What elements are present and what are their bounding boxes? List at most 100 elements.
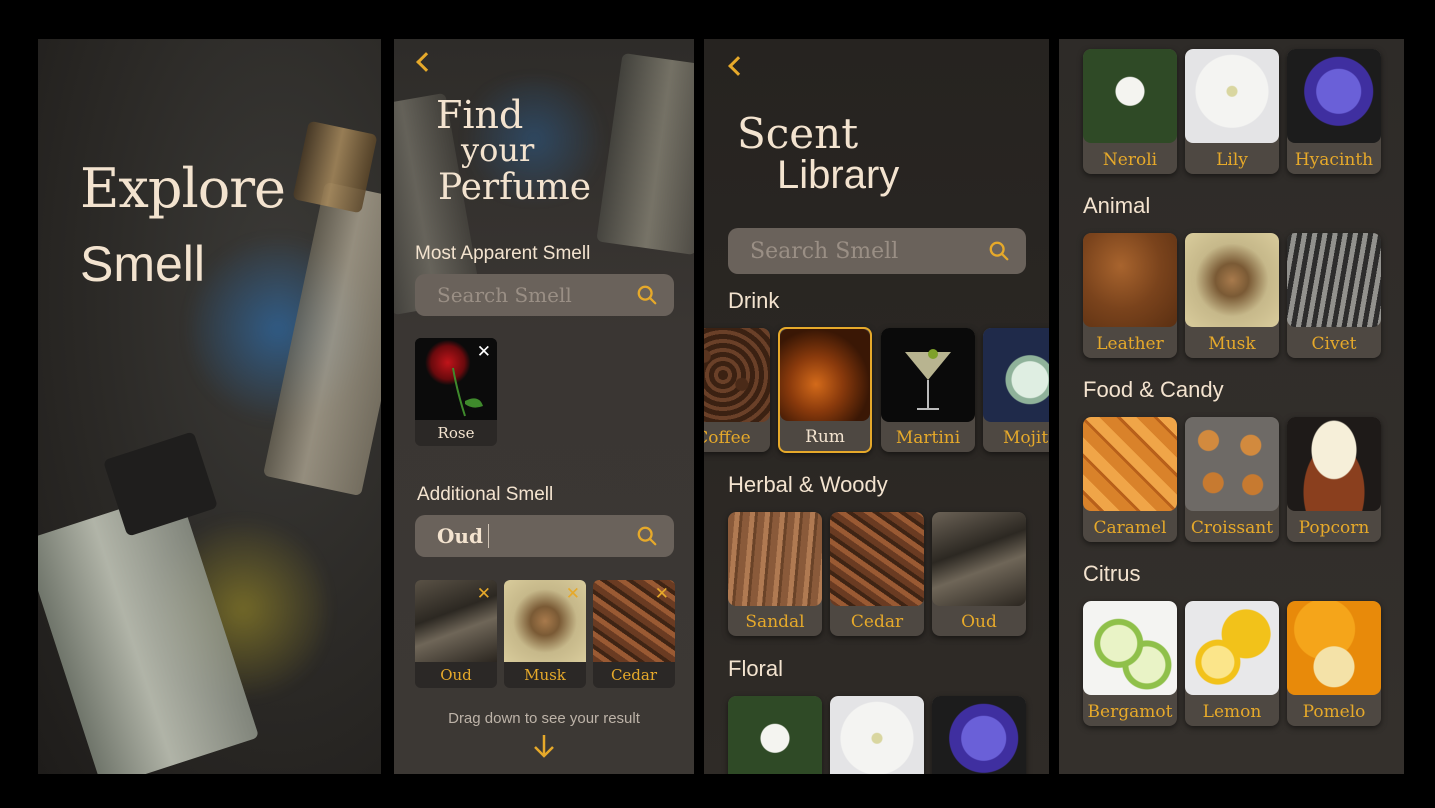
additional-value: Oud <box>437 524 483 548</box>
caramel-image <box>1083 417 1177 511</box>
card-civet[interactable]: Civet <box>1287 233 1381 358</box>
card-sandal[interactable]: Sandal <box>728 512 822 636</box>
coffee-image <box>704 328 770 422</box>
card-label: Coffee <box>704 428 751 448</box>
arrow-down-icon[interactable] <box>533 733 555 759</box>
card-label: Bergamot <box>1087 702 1173 722</box>
card-label: Hyacinth <box>1294 150 1374 170</box>
card-label: Musk <box>1208 334 1256 354</box>
rose-stem <box>452 367 483 417</box>
chip-label: Rose <box>437 424 475 442</box>
card-pomelo[interactable]: Pomelo <box>1287 601 1381 726</box>
lemon-image <box>1185 601 1279 695</box>
chip-label: Oud <box>440 666 472 684</box>
remove-oud-icon[interactable]: ✕ <box>477 586 491 603</box>
card-label: Leather <box>1096 334 1164 354</box>
rum-image <box>780 329 870 421</box>
card-lily-partial[interactable] <box>830 696 924 774</box>
neroli-image <box>1083 49 1177 143</box>
selected-chip-cedar[interactable]: ✕ Cedar <box>593 580 675 688</box>
card-label: Cedar <box>850 612 904 632</box>
section-drink: Drink <box>728 288 780 313</box>
card-rum[interactable]: Rum <box>778 327 872 453</box>
apparent-search-input[interactable]: Search Smell <box>415 274 674 316</box>
card-label: Rum <box>805 427 845 447</box>
oud-image <box>932 512 1026 606</box>
perfume-title: Perfume <box>438 167 592 208</box>
additional-label: Additional Smell <box>417 484 554 505</box>
card-label: Mojito <box>1003 428 1049 448</box>
section-animal: Animal <box>1083 193 1151 218</box>
find-perfume-screen: Find your Perfume Most Apparent Smell Se… <box>394 39 694 774</box>
library-search-input[interactable]: Search Smell <box>728 228 1026 274</box>
remove-musk-icon[interactable]: ✕ <box>566 586 580 603</box>
search-icon[interactable] <box>636 284 658 306</box>
card-label: Pomelo <box>1302 702 1366 722</box>
search-placeholder: Search Smell <box>437 283 572 307</box>
scent-library-scrolled-screen: Neroli Lily Hyacinth Animal Leather Musk… <box>1059 39 1404 774</box>
card-leather[interactable]: Leather <box>1083 233 1177 358</box>
card-cedar[interactable]: Cedar <box>830 512 924 636</box>
neroli-image <box>728 696 822 774</box>
selected-chip-rose[interactable]: ✕ Rose <box>415 338 497 446</box>
card-bergamot[interactable]: Bergamot <box>1083 601 1177 726</box>
leather-image <box>1083 233 1177 327</box>
card-label: Caramel <box>1093 518 1167 538</box>
scent-title: Scent <box>737 109 859 158</box>
musk-image <box>1185 233 1279 327</box>
section-food-candy: Food & Candy <box>1083 377 1224 402</box>
card-neroli-partial[interactable] <box>728 696 822 774</box>
civet-image <box>1287 233 1381 327</box>
sandal-image <box>728 512 822 606</box>
card-label: Oud <box>961 612 997 632</box>
croissant-image <box>1185 417 1279 511</box>
stage: Explore Smell Find your Perfume Most App… <box>0 0 1435 808</box>
mojito-image <box>983 328 1049 422</box>
chip-label: Cedar <box>610 666 658 684</box>
search-icon[interactable] <box>988 240 1010 262</box>
scent-library-screen: Scent Library Search Smell Drink Coffee … <box>704 39 1049 774</box>
card-musk[interactable]: Musk <box>1185 233 1279 358</box>
card-hyacinth-partial[interactable] <box>932 696 1026 774</box>
pomelo-image <box>1287 601 1381 695</box>
lily-image <box>1185 49 1279 143</box>
additional-search-input[interactable]: Oud <box>415 515 674 557</box>
card-label: Neroli <box>1102 150 1158 170</box>
hyacinth-image <box>932 696 1026 774</box>
chip-label: Musk <box>524 666 566 684</box>
selected-chip-oud[interactable]: ✕ Oud <box>415 580 497 688</box>
card-coffee[interactable]: Coffee <box>704 328 770 452</box>
hyacinth-image <box>1287 49 1381 143</box>
card-label: Popcorn <box>1298 518 1370 538</box>
back-icon[interactable] <box>416 52 436 72</box>
explore-title: Explore <box>80 157 286 220</box>
card-label: Martini <box>895 428 961 448</box>
cedar-image <box>830 512 924 606</box>
card-label: Croissant <box>1190 518 1274 538</box>
card-oud[interactable]: Oud <box>932 512 1026 636</box>
card-martini[interactable]: Martini <box>881 328 975 452</box>
explore-screen: Explore Smell <box>38 39 381 774</box>
remove-cedar-icon[interactable]: ✕ <box>655 586 669 603</box>
card-lily[interactable]: Lily <box>1185 49 1279 174</box>
your-title: your <box>461 131 535 169</box>
search-icon[interactable] <box>636 525 658 547</box>
text-cursor <box>487 524 489 548</box>
card-croissant[interactable]: Croissant <box>1185 417 1279 542</box>
martini-glass <box>905 349 951 410</box>
card-lemon[interactable]: Lemon <box>1185 601 1279 726</box>
card-popcorn[interactable]: Popcorn <box>1287 417 1381 542</box>
card-hyacinth[interactable]: Hyacinth <box>1287 49 1381 174</box>
remove-rose-icon[interactable]: ✕ <box>477 344 491 361</box>
card-label: Sandal <box>745 612 805 632</box>
card-neroli[interactable]: Neroli <box>1083 49 1177 174</box>
back-icon[interactable] <box>728 56 748 76</box>
card-mojito[interactable]: Mojito <box>983 328 1049 452</box>
section-citrus: Citrus <box>1083 561 1141 586</box>
library-title: Library <box>777 153 900 197</box>
search-placeholder: Search Smell <box>750 238 899 264</box>
card-caramel[interactable]: Caramel <box>1083 417 1177 542</box>
section-floral: Floral <box>728 656 784 681</box>
selected-chip-musk[interactable]: ✕ Musk <box>504 580 586 688</box>
card-label: Civet <box>1311 334 1357 354</box>
